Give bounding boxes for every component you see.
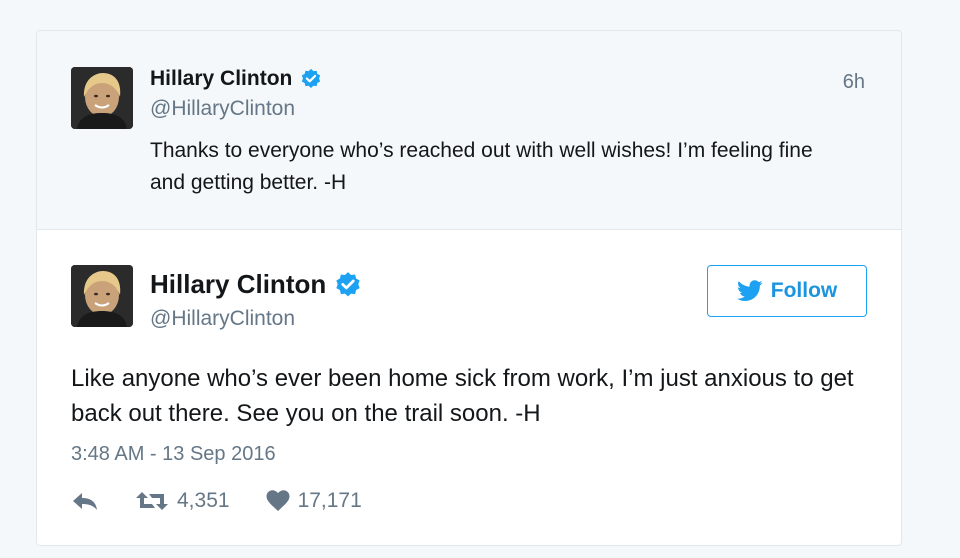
verified-badge-icon: [300, 68, 322, 90]
follow-button[interactable]: Follow: [707, 265, 867, 317]
author-handle[interactable]: @HillaryClinton: [150, 307, 295, 331]
reply-button[interactable]: [71, 490, 99, 512]
twitter-bird-icon: [736, 280, 763, 301]
avatar-photo: [71, 67, 133, 129]
reply-icon: [73, 493, 97, 510]
retweet-icon: [136, 492, 168, 510]
author-line: Hillary Clinton: [150, 269, 362, 300]
tweet-timestamp[interactable]: 3:48 AM - 13 Sep 2016: [71, 443, 276, 466]
tweet-card: Hillary Clinton @HillaryClinton 6h Thank…: [36, 30, 902, 546]
tweet-text: Like anyone who’s ever been home sick fr…: [71, 365, 854, 427]
author-name[interactable]: Hillary Clinton: [150, 269, 326, 300]
parent-tweet[interactable]: Hillary Clinton @HillaryClinton 6h Thank…: [37, 31, 901, 230]
author-handle[interactable]: @HillaryClinton: [150, 97, 295, 121]
avatar-photo: [71, 265, 133, 327]
follow-label: Follow: [770, 279, 838, 302]
retweet-button[interactable]: 4,351: [135, 489, 230, 513]
avatar[interactable]: [71, 67, 133, 129]
verified-badge-icon: [334, 271, 362, 299]
author-name[interactable]: Hillary Clinton: [150, 67, 292, 91]
avatar[interactable]: [71, 265, 133, 327]
tweet-time-ago[interactable]: 6h: [843, 71, 865, 94]
tweet-actions: 4,351 17,171: [71, 489, 362, 513]
like-count: 17,171: [297, 489, 362, 512]
heart-icon: [266, 490, 290, 511]
retweet-count: 4,351: [177, 489, 230, 512]
parent-tweet-text: Thanks to everyone who’s reached out wit…: [150, 139, 813, 194]
author-line: Hillary Clinton: [150, 67, 322, 91]
like-button[interactable]: 17,171: [266, 489, 362, 513]
